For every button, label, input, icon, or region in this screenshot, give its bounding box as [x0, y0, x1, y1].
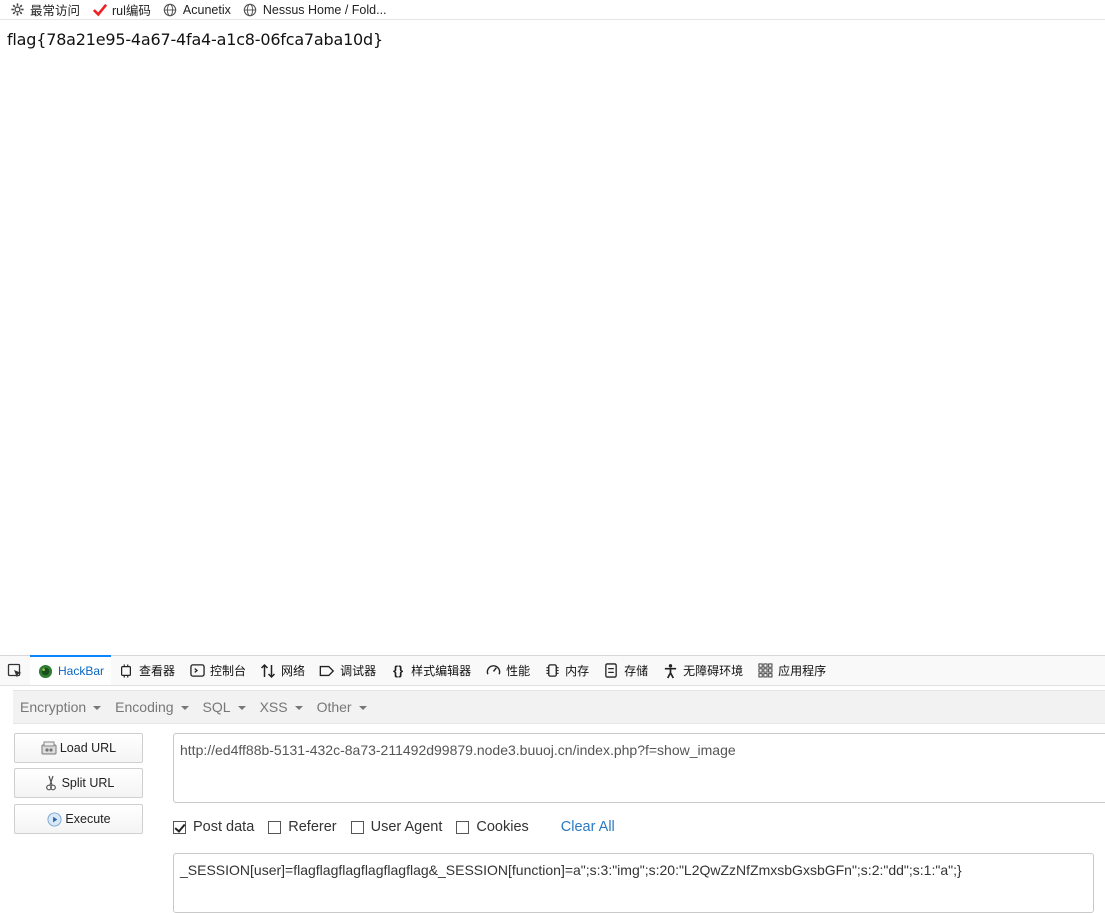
devtools-toolbar: HackBar 查看器 控制台 网络 调试器 {} 样式编辑器 性能 内存 存储…	[0, 655, 1105, 686]
tab-label: 样式编辑器	[411, 664, 472, 678]
bookmark-most-visited[interactable]: 最常访问	[10, 0, 80, 20]
options-row: Post data Referer User Agent Cookies Cle…	[173, 819, 615, 835]
hackbar-icon	[37, 663, 53, 679]
load-url-button[interactable]: Load URL	[14, 733, 143, 763]
flag-text: flag{78a21e95-4a67-4fa4-a1c8-06fca7aba10…	[7, 30, 383, 49]
globe-icon	[243, 2, 258, 17]
checkbox-label: User Agent	[370, 819, 443, 835]
url-input[interactable]: http://ed4ff88b-5131-432c-8a73-211492d99…	[173, 733, 1105, 803]
caret-down-icon	[180, 706, 189, 710]
bookmark-nessus[interactable]: Nessus Home / Fold...	[243, 0, 387, 20]
performance-icon	[485, 663, 501, 679]
checkbox-label: Cookies	[476, 819, 529, 835]
checkbox-label: Referer	[288, 819, 337, 835]
inspector-icon	[118, 663, 134, 679]
gear-icon	[10, 2, 25, 17]
caret-down-icon	[237, 706, 246, 710]
tab-label: 无障碍环境	[683, 664, 744, 678]
bookmark-label: Acunetix	[182, 2, 231, 17]
checkbox-icon	[268, 820, 282, 834]
tab-label: 查看器	[139, 664, 176, 678]
tab-label: 应用程序	[778, 664, 827, 678]
tab-style-editor[interactable]: {} 样式编辑器	[383, 656, 478, 685]
checkbox-checked-icon	[173, 820, 186, 834]
button-label: Execute	[65, 812, 111, 826]
referer-checkbox[interactable]: Referer	[268, 819, 337, 835]
tab-label: 网络	[281, 664, 306, 678]
tab-label: HackBar	[58, 664, 105, 678]
console-icon	[189, 663, 205, 679]
bookmark-acunetix[interactable]: Acunetix	[163, 0, 231, 20]
tab-hackbar[interactable]: HackBar	[30, 655, 112, 685]
bookmarks-bar: 最常访问 rul编码 Acunetix Nessus Home / Fold..…	[0, 0, 1105, 20]
menu-other[interactable]: Other	[310, 690, 374, 724]
button-label: Split URL	[61, 776, 115, 790]
tab-label: 控制台	[210, 664, 247, 678]
user-agent-checkbox[interactable]: User Agent	[350, 819, 443, 835]
tab-network[interactable]: 网络	[253, 656, 312, 685]
checkbox-label: Post data	[193, 819, 255, 835]
post-data-checkbox[interactable]: Post data	[173, 819, 254, 835]
menu-label: Encryption	[20, 699, 87, 715]
post-data-input[interactable]: _SESSION[user]=flagflagflagflagflagflag&…	[173, 853, 1094, 913]
bookmark-rul-encode[interactable]: rul编码	[92, 0, 151, 20]
bookmark-label: rul编码	[112, 4, 151, 18]
checkbox-icon	[456, 820, 470, 834]
caret-down-icon	[93, 706, 102, 710]
menu-encryption[interactable]: Encryption	[13, 690, 108, 724]
load-url-icon	[41, 740, 57, 756]
tab-console[interactable]: 控制台	[182, 656, 253, 685]
menu-encoding[interactable]: Encoding	[108, 690, 195, 724]
tab-label: 调试器	[340, 664, 377, 678]
menu-xss[interactable]: XSS	[253, 690, 310, 724]
menu-label: SQL	[202, 699, 231, 715]
menu-sql[interactable]: SQL	[196, 690, 253, 724]
element-picker-icon[interactable]	[0, 656, 30, 685]
caret-down-icon	[358, 706, 367, 710]
menu-label: Encoding	[115, 699, 174, 715]
memory-icon	[544, 663, 560, 679]
tab-label: 存储	[624, 664, 649, 678]
tab-memory[interactable]: 内存	[537, 656, 596, 685]
play-icon	[46, 811, 62, 827]
split-url-button[interactable]: Split URL	[14, 768, 143, 798]
tab-label: 性能	[506, 664, 531, 678]
execute-button[interactable]: Execute	[14, 804, 143, 834]
storage-icon	[603, 663, 619, 679]
devtools-panel: HackBar 查看器 控制台 网络 调试器 {} 样式编辑器 性能 内存 存储…	[0, 655, 1105, 913]
menu-label: XSS	[259, 699, 288, 715]
button-label: Load URL	[59, 741, 117, 755]
tab-performance[interactable]: 性能	[478, 656, 537, 685]
hackbar-menu: Encryption Encoding SQL XSS Other	[13, 690, 1105, 724]
debugger-icon	[319, 663, 335, 679]
cookies-checkbox[interactable]: Cookies	[456, 819, 529, 835]
style-editor-icon: {}	[393, 663, 404, 678]
clear-all-link[interactable]: Clear All	[561, 819, 615, 835]
globe-icon	[163, 2, 178, 17]
tab-storage[interactable]: 存储	[596, 656, 655, 685]
menu-label: Other	[316, 699, 352, 715]
network-icon	[260, 663, 276, 679]
application-icon	[757, 663, 773, 679]
scissors-icon	[43, 775, 59, 791]
tab-application[interactable]: 应用程序	[750, 656, 833, 685]
tab-inspector[interactable]: 查看器	[111, 656, 182, 685]
bookmark-label: Nessus Home / Fold...	[262, 2, 387, 17]
tab-label: 内存	[565, 664, 590, 678]
checkbox-icon	[350, 820, 364, 834]
tab-debugger[interactable]: 调试器	[312, 656, 383, 685]
accessibility-icon	[662, 663, 678, 679]
checkmark-icon	[92, 2, 107, 17]
bookmark-label: 最常访问	[30, 4, 81, 18]
caret-down-icon	[294, 706, 303, 710]
tab-accessibility[interactable]: 无障碍环境	[655, 656, 750, 685]
